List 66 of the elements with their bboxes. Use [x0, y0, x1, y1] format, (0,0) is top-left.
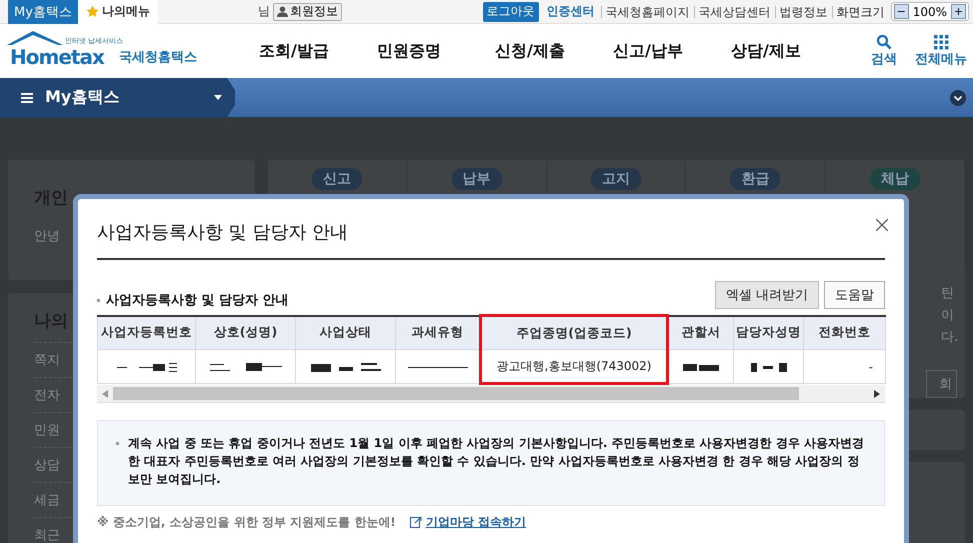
card-text: 안녕 [34, 228, 60, 245]
grid-icon [933, 34, 949, 50]
redacted-mark [210, 363, 282, 372]
scroll-right-icon[interactable] [874, 390, 880, 398]
category-badge: 납부 [452, 168, 502, 190]
star-icon [86, 5, 99, 18]
chevron-down-icon[interactable] [950, 90, 966, 106]
column-header: 사업자등록번호 [98, 316, 196, 350]
my-hometax-tab[interactable]: My홈택스 [8, 0, 78, 24]
column-header: 담당자성명 [734, 316, 804, 350]
section-title: 사업자등록사항 및 담당자 안내 [106, 292, 289, 309]
member-info-button[interactable]: 회원정보 [272, 2, 342, 20]
table-cell: - [804, 350, 886, 384]
text-fragment: 다. [941, 329, 957, 346]
nav-menu-item[interactable]: 조회/발급 [259, 40, 377, 62]
my-menu-tab[interactable]: 나의메뉴 [78, 0, 158, 24]
category-badge: 환급 [730, 168, 780, 190]
top-link[interactable]: 국세상담센터 [694, 6, 775, 18]
column-header: 전화번호 [804, 316, 886, 350]
user-suffix: 님 [258, 3, 270, 20]
redacted-mark [310, 362, 380, 372]
redacted-mark [750, 362, 786, 372]
column-header: 주업종명(업종코드) [480, 316, 668, 350]
nav-menu-item[interactable]: 상담/제보 [731, 40, 849, 62]
all-menu-button[interactable]: 전체메뉴 [915, 34, 967, 68]
text-fragment: 틴 [941, 285, 955, 302]
sub-nav-title[interactable]: My홈택스 [45, 87, 120, 108]
caret-icon[interactable] [214, 95, 222, 100]
column-header: 과세유형 [396, 316, 480, 350]
person-icon [276, 6, 288, 17]
search-icon [876, 34, 892, 50]
zoom-label: 화면크기 [832, 6, 885, 18]
category-badge: 고지 [591, 168, 642, 190]
nav-menu-item[interactable]: 신고/납부 [613, 40, 731, 62]
help-button[interactable]: 도움말 [824, 281, 885, 309]
house-roof-icon [7, 31, 63, 45]
logo-name: 국세청홈택스 [119, 50, 197, 66]
category-badge: 신고 [312, 168, 362, 190]
nav-menu-item[interactable]: 신청/제출 [495, 40, 613, 62]
excel-download-button[interactable]: 엑셀 내려받기 [714, 281, 819, 309]
scrollbar-thumb[interactable] [113, 387, 799, 400]
redacted-mark [683, 364, 719, 371]
zoom-out-button[interactable]: − [894, 4, 909, 19]
column-header: 관할서 [668, 316, 734, 350]
top-link[interactable]: 법령정보 [774, 6, 832, 18]
footer-note: ※ 중소기업, 소상공인을 위한 정부 지원제도를 한눈에! [97, 514, 396, 531]
menu-icon[interactable] [21, 92, 33, 102]
nav-menu-item[interactable]: 민원증명 [377, 40, 495, 62]
logout-button[interactable]: 로그아웃 [482, 2, 539, 22]
close-icon[interactable] [876, 219, 888, 231]
external-link-icon [410, 517, 422, 528]
redacted-mark [408, 366, 468, 368]
logo-wordmark: Hometax [10, 47, 104, 67]
redacted-mark [116, 362, 176, 372]
footer-link[interactable]: 기업마당 접속하기 [410, 514, 526, 531]
horizontal-scrollbar[interactable] [97, 385, 885, 403]
category-badge: 체납 [870, 168, 920, 190]
column-header: 상호(성명) [196, 316, 296, 350]
cert-center-link[interactable]: 인증센터 [546, 3, 595, 20]
column-header: 사업상태 [296, 316, 396, 350]
text-fragment: 이 [941, 307, 955, 324]
search-button[interactable]: 검색 [871, 34, 897, 68]
top-link[interactable]: 국세청홈페이지 [600, 6, 694, 18]
zoom-value: 100% [912, 4, 947, 18]
zoom-in-button[interactable]: + [951, 4, 966, 19]
dialog-title: 사업자등록사항 및 담당자 안내 [97, 199, 885, 260]
